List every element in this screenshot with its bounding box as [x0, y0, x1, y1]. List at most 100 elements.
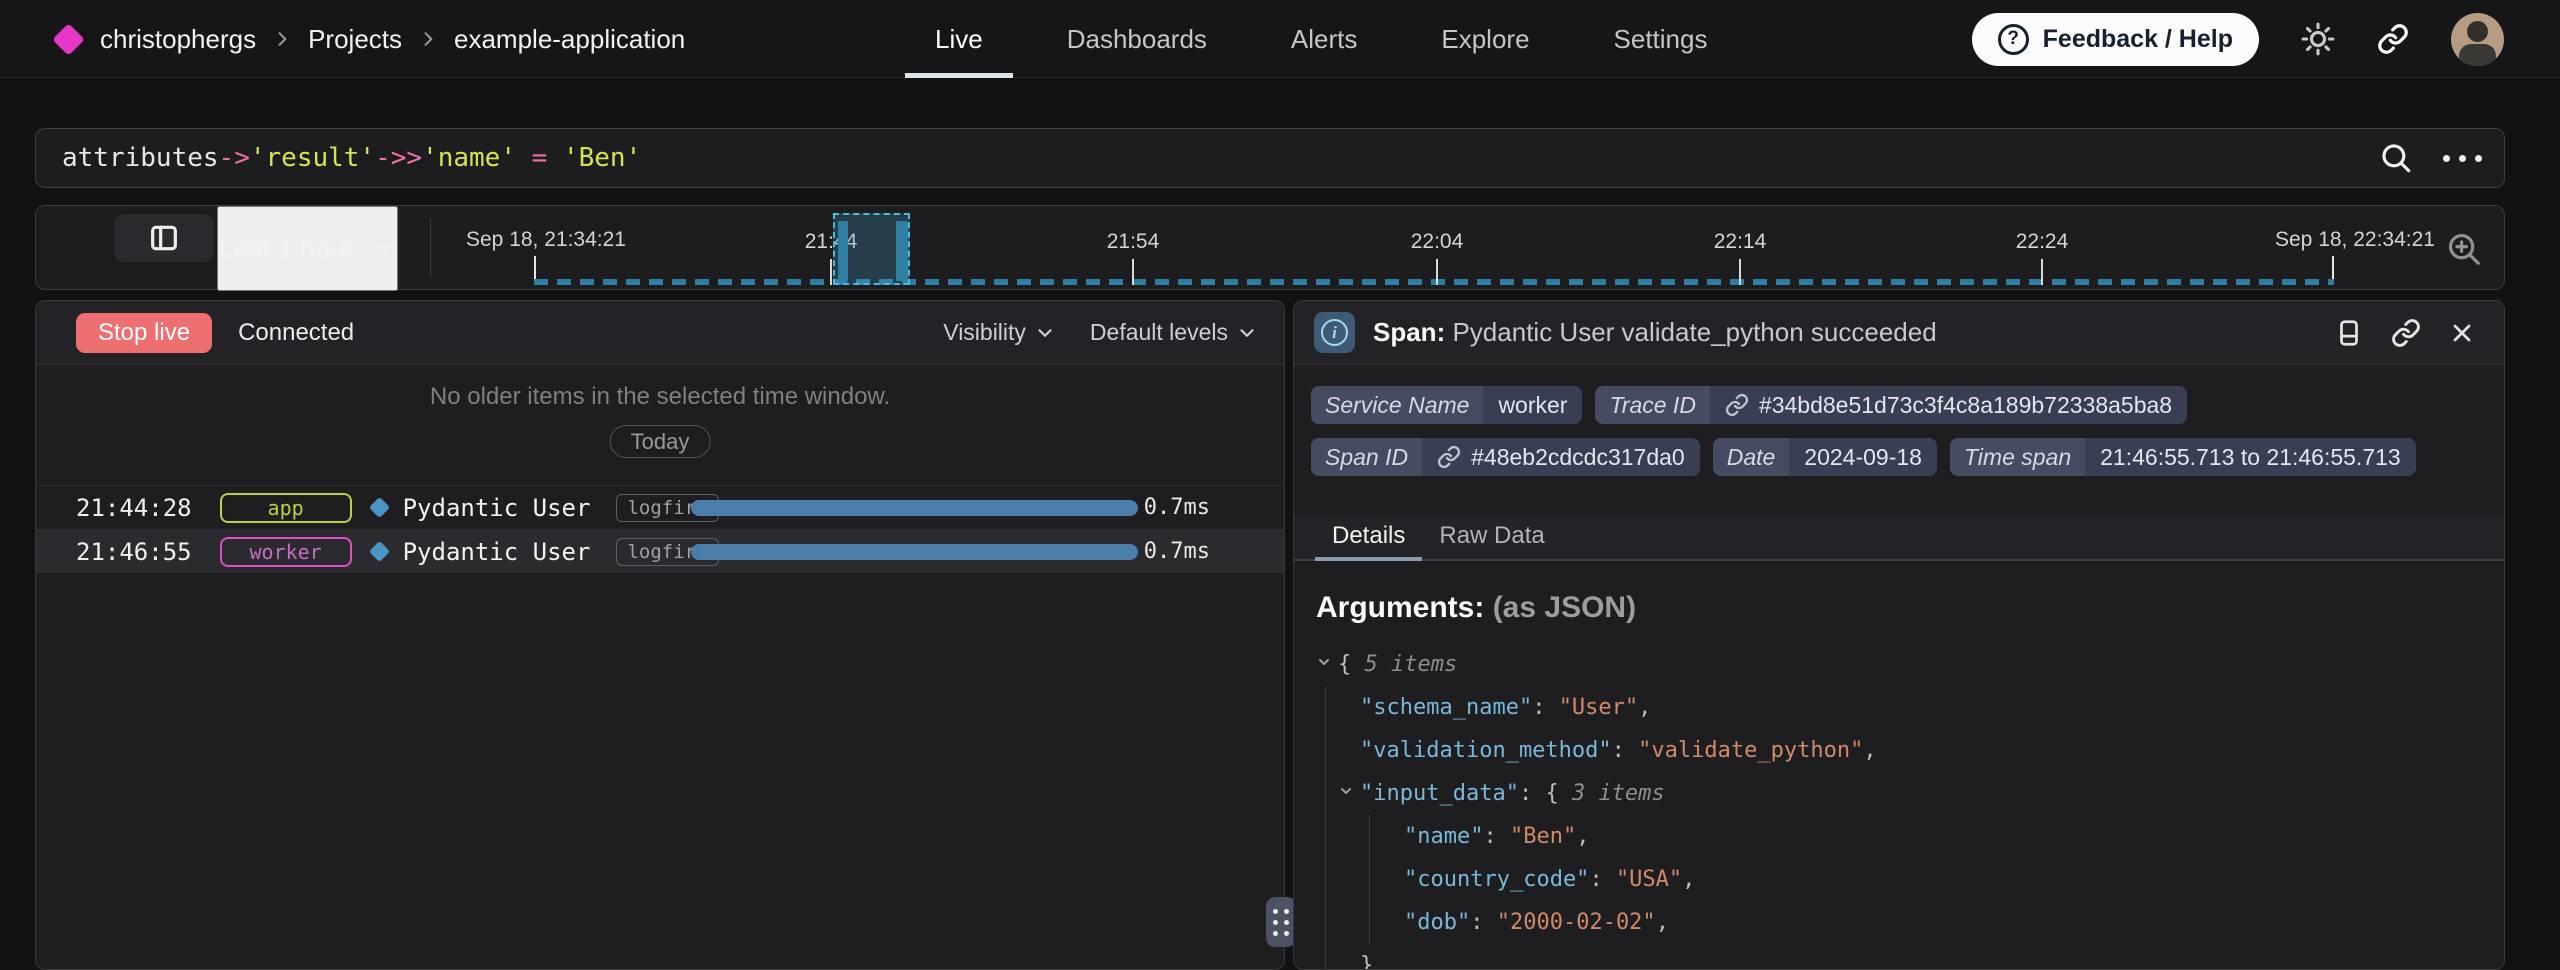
timeline-tick-label: 22:14	[1714, 230, 1767, 254]
json-colon: :	[1612, 738, 1639, 763]
json-key: "country_code"	[1404, 867, 1589, 892]
timeline-histogram[interactable]	[534, 279, 2334, 285]
dock-panel-icon[interactable]	[2334, 318, 2364, 348]
divider	[430, 218, 431, 277]
query-bar[interactable]: attributes->'result'->>'name' = 'Ben'	[35, 128, 2505, 188]
query-input[interactable]: attributes->'result'->>'name' = 'Ben'	[62, 143, 2379, 173]
span-name: Pydantic User	[403, 538, 591, 566]
breadcrumb-project[interactable]: example-application	[454, 24, 685, 55]
chip-label: Service Name	[1311, 386, 1483, 424]
span-id-chip[interactable]: Span ID #48eb2cdcdc317da0	[1311, 438, 1700, 476]
tab-alerts[interactable]: Alerts	[1291, 0, 1357, 78]
chip-label: Trace ID	[1595, 386, 1709, 424]
info-icon: i	[1314, 312, 1355, 353]
top-bar-actions: ? Feedback / Help	[1972, 0, 2504, 78]
json-key: "input_data"	[1360, 781, 1519, 806]
tab-explore[interactable]: Explore	[1441, 0, 1529, 78]
duration-bar	[691, 500, 1138, 516]
query-token: attributes	[62, 143, 219, 173]
arguments-heading: Arguments: (as JSON)	[1316, 591, 1636, 625]
json-value: "User"	[1559, 695, 1638, 720]
breadcrumb: christophergs Projects example-applicati…	[100, 0, 685, 78]
default-levels-dropdown[interactable]: Default levels	[1090, 319, 1258, 346]
arguments-heading-text: Arguments:	[1316, 591, 1484, 624]
theme-toggle-icon[interactable]	[2301, 22, 2335, 56]
empty-window-message: No older items in the selected time wind…	[36, 383, 1284, 411]
timeline-tick	[1436, 259, 1438, 285]
panel-resize-handle[interactable]	[1266, 897, 1296, 947]
timeline-tick	[2041, 259, 2043, 285]
timeline-selection[interactable]	[833, 213, 910, 285]
time-range-dropdown[interactable]: Last 1 hour	[217, 206, 398, 291]
span-name: Pydantic User	[403, 494, 591, 522]
timeline-tick	[830, 259, 832, 285]
span-metadata-chips: Service Name worker Trace ID #34bd8e51d7…	[1311, 386, 2416, 476]
visibility-dropdown[interactable]: Visibility	[943, 319, 1056, 346]
breadcrumb-section[interactable]: Projects	[308, 24, 402, 55]
tab-raw-data[interactable]: Raw Data	[1422, 512, 1561, 559]
query-token: 'name'	[422, 143, 516, 173]
logfire-app: christophergs Projects example-applicati…	[0, 0, 2560, 970]
top-bar: christophergs Projects example-applicati…	[0, 0, 2560, 78]
stop-live-button[interactable]: Stop live	[76, 313, 212, 353]
span-row[interactable]: 21:44:28 app Pydantic User logfire 0.7ms	[36, 485, 1284, 529]
tab-details[interactable]: Details	[1315, 512, 1422, 559]
span-title: Span: Pydantic User validate_python succ…	[1373, 317, 1937, 348]
span-row-selected[interactable]: 21:46:55 worker Pydantic User logfire 0.…	[36, 529, 1284, 573]
feedback-help-button[interactable]: ? Feedback / Help	[1972, 13, 2259, 66]
tab-dashboards[interactable]: Dashboards	[1067, 0, 1207, 78]
chip-value-text: #48eb2cdcdc317da0	[1471, 444, 1685, 471]
tab-live[interactable]: Live	[935, 0, 983, 78]
search-icon[interactable]	[2379, 141, 2413, 175]
chip-value: worker	[1483, 386, 1582, 424]
timeline-tick-label: 21:54	[1107, 230, 1160, 254]
json-comma: ,	[1863, 738, 1876, 763]
share-link-icon[interactable]	[2377, 23, 2409, 55]
json-colon: :	[1483, 824, 1510, 849]
arguments-json-tree: { 5 items "schema_name": "User", "valida…	[1316, 643, 1877, 970]
span-panel-actions	[2334, 318, 2476, 348]
chip-label: Span ID	[1311, 438, 1422, 476]
close-icon[interactable]	[2448, 319, 2476, 347]
json-key: "validation_method"	[1360, 738, 1612, 763]
service-tag: app	[220, 493, 352, 523]
tab-settings[interactable]: Settings	[1614, 0, 1708, 78]
json-colon: :	[1589, 867, 1616, 892]
copy-link-icon[interactable]	[2391, 318, 2421, 348]
zoom-in-icon[interactable]	[2445, 230, 2483, 268]
today-button[interactable]: Today	[610, 425, 711, 458]
time-span-chip[interactable]: Time span 21:46:55.713 to 21:46:55.713	[1950, 438, 2416, 476]
chevron-right-icon	[272, 29, 292, 49]
collapse-caret-icon[interactable]	[1338, 772, 1360, 815]
service-name-chip[interactable]: Service Name worker	[1311, 386, 1582, 424]
histogram-spike	[838, 221, 848, 281]
chip-label: Date	[1713, 438, 1790, 476]
timeline-tick-label: 22:24	[2016, 230, 2069, 254]
more-options-icon[interactable]	[2443, 155, 2482, 162]
live-panel-header: Stop live Connected Visibility Default l…	[36, 301, 1284, 365]
chip-value: 21:46:55.713 to 21:46:55.713	[2085, 438, 2416, 476]
collapse-caret-icon[interactable]	[1316, 643, 1338, 686]
span-duration: 0.7ms	[1144, 539, 1210, 564]
live-view-panel: Stop live Connected Visibility Default l…	[35, 300, 1285, 970]
span-diamond-icon	[368, 497, 389, 518]
chip-value: 2024-09-18	[1789, 438, 1937, 476]
json-key: "name"	[1404, 824, 1483, 849]
breadcrumb-org[interactable]: christophergs	[100, 24, 256, 55]
json-close-brace: }	[1360, 953, 1373, 970]
sidebar-toggle-icon[interactable]	[114, 214, 214, 262]
json-item-count: 5 items	[1365, 652, 1458, 677]
link-icon	[1437, 445, 1461, 469]
trace-id-chip[interactable]: Trace ID #34bd8e51d73c3f4c8a189b72338a5b…	[1595, 386, 2187, 424]
feedback-help-label: Feedback / Help	[2043, 25, 2233, 54]
span-duration: 0.7ms	[1144, 495, 1210, 520]
question-circle-icon: ?	[1998, 24, 2029, 55]
json-comma: ,	[1656, 910, 1669, 935]
span-time: 21:44:28	[76, 494, 192, 522]
visibility-label: Visibility	[943, 319, 1026, 346]
duration-bar	[691, 544, 1138, 560]
date-chip[interactable]: Date 2024-09-18	[1713, 438, 1937, 476]
user-avatar[interactable]	[2451, 13, 2504, 66]
logfire-logo-icon[interactable]	[52, 23, 85, 56]
chip-value-text: #34bd8e51d73c3f4c8a189b72338a5ba8	[1759, 392, 2172, 419]
